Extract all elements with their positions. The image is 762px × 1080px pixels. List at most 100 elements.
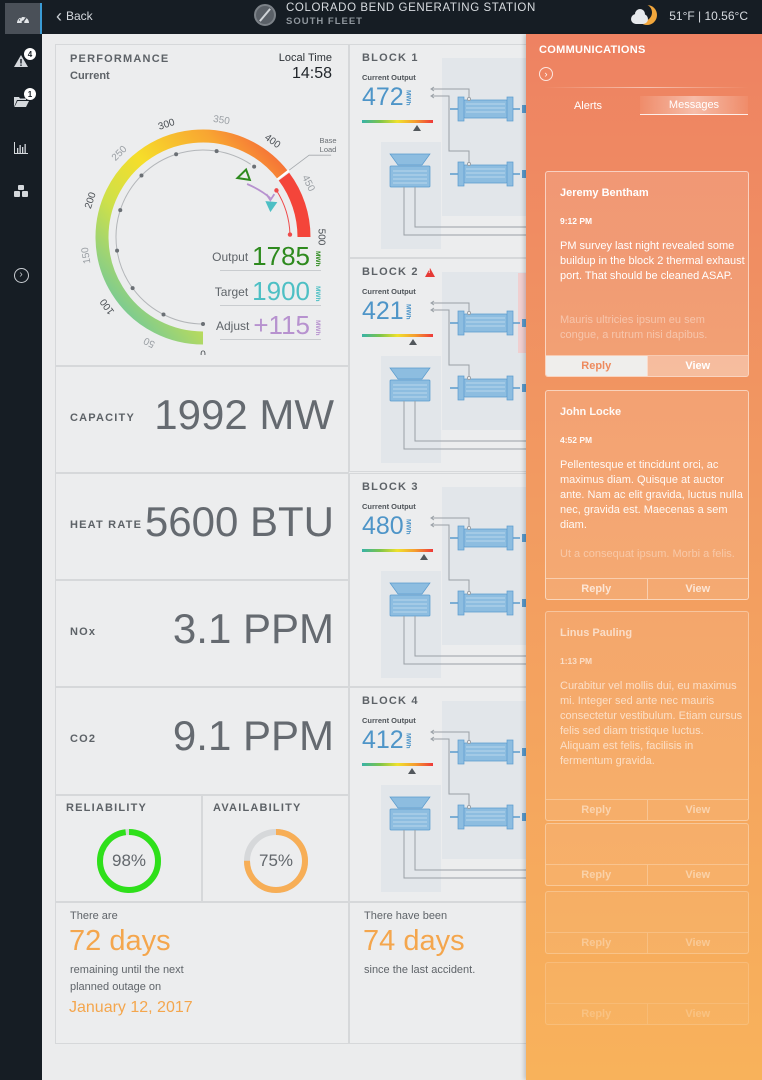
dashboard-button[interactable]: [5, 3, 42, 34]
sidebar-item-analytics[interactable]: [0, 133, 42, 163]
message-body: PM survey last night revealed some build…: [560, 240, 745, 282]
message-card[interactable]: Reply View: [545, 891, 749, 954]
target-unit: MWh: [314, 286, 321, 302]
back-button[interactable]: ‹ Back: [56, 7, 93, 25]
block-title: BLOCK 1: [362, 52, 419, 64]
spectrum-marker: [413, 125, 422, 131]
gauge-tick-label: 400: [262, 132, 282, 151]
gauge-dot: [214, 149, 219, 154]
message-time: 4:52 PM: [560, 435, 593, 445]
gauge-tick-label: 50: [142, 334, 157, 349]
nox-card: NOx 3.1 PPM: [55, 580, 349, 687]
temperature: 51°F | 10.56°C: [669, 9, 748, 23]
block-output-unit: MWh: [404, 732, 412, 749]
message-body-overflow: Ut a consequat ipsum. Morbi a felis.: [560, 548, 735, 560]
gauge-arc-overload: [278, 172, 311, 238]
view-button[interactable]: View: [646, 800, 749, 820]
gauge-dot: [201, 322, 205, 326]
tab-alerts[interactable]: Alerts: [534, 96, 642, 115]
block-output: 412 MWh: [362, 726, 412, 755]
target-marker: [265, 201, 278, 213]
view-button[interactable]: View: [646, 579, 749, 599]
target-row: Target 1900 MWh: [215, 278, 321, 306]
sidebar-item-assets[interactable]: [0, 176, 42, 206]
communications-title: COMMUNICATIONS: [539, 44, 646, 56]
reply-button[interactable]: Reply: [546, 1004, 647, 1024]
message-card[interactable]: Linus Pauling 1:13 PM Curabitur vel moll…: [545, 611, 749, 821]
output-unit: MWh: [314, 251, 321, 267]
divider: [544, 87, 749, 88]
gauge-tick-label: 150: [80, 246, 94, 265]
message-actions: Reply View: [546, 799, 748, 820]
block-output: 421 MWh: [362, 297, 412, 326]
availability-card: AVAILABILITY 75%: [202, 795, 349, 902]
view-button[interactable]: View: [646, 1004, 749, 1024]
block-card[interactable]: BLOCK 1 Current Output 472 MWh: [349, 44, 539, 258]
sidebar-item-folder[interactable]: 1: [0, 86, 42, 116]
adjust-label: Adjust: [216, 319, 250, 333]
target-label: Target: [214, 285, 249, 299]
output-row: Output 1785 MWh: [212, 243, 321, 271]
gauge-tick-label: 300: [157, 117, 177, 133]
block-card[interactable]: BLOCK 3 Current Output 480 MWh: [349, 473, 539, 687]
reply-button[interactable]: Reply: [546, 579, 647, 599]
reply-button[interactable]: Reply: [546, 356, 647, 376]
gauge-tick-label: 350: [212, 114, 231, 128]
capacity-card: CAPACITY 1992 MW: [55, 366, 349, 473]
message-sender: Linus Pauling: [560, 627, 633, 639]
reliability-card: RELIABILITY 98%: [55, 795, 202, 902]
message-card[interactable]: Jeremy Bentham 9:12 PM PM survey last ni…: [545, 171, 749, 377]
reliability-value: 98%: [111, 851, 147, 870]
availability-donut: 75%: [241, 826, 311, 896]
block-card[interactable]: BLOCK 2 Current Output 421 MWh: [349, 258, 539, 472]
base-load-label: Load: [320, 145, 337, 154]
block-output-unit: MWh: [404, 303, 412, 320]
tab-messages[interactable]: Messages: [640, 96, 748, 115]
message-actions: Reply View: [546, 932, 748, 953]
spectrum-marker: [420, 554, 429, 560]
gauge-red-dot: [274, 188, 279, 193]
message-time: 1:13 PM: [560, 656, 593, 666]
availability-label: AVAILABILITY: [213, 802, 302, 814]
reply-button[interactable]: Reply: [546, 865, 647, 885]
message-actions: Reply View: [546, 1003, 748, 1024]
block-card[interactable]: BLOCK 4 Current Output 412 MWh: [349, 687, 539, 902]
reply-button[interactable]: Reply: [546, 800, 647, 820]
gauge-tick-label: 100: [98, 296, 117, 316]
view-button[interactable]: View: [646, 356, 748, 376]
message-body: Pellentesque et tincidunt orci, ac maxim…: [560, 459, 743, 531]
co2-card: CO2 9.1 PPM: [55, 687, 349, 795]
warning-icon: [424, 267, 435, 277]
partly-cloudy-night-icon: [631, 4, 658, 27]
message-card[interactable]: Reply View: [545, 962, 749, 1025]
gauge-dot: [115, 248, 120, 253]
reliability-label: RELIABILITY: [66, 802, 148, 814]
heat-rate-card: HEAT RATE 5600 BTU: [55, 473, 349, 580]
output-label: Output: [212, 250, 249, 264]
message-card[interactable]: John Locke 4:52 PM Pellentesque et tinci…: [545, 390, 749, 600]
output-spectrum-bar: [362, 120, 433, 123]
sidebar-item-alerts[interactable]: 4: [0, 46, 42, 76]
message-card[interactable]: Reply View: [545, 823, 749, 886]
block-title-text: BLOCK 4: [362, 695, 419, 707]
folder-badge: 1: [24, 88, 36, 100]
output-spectrum-bar: [362, 763, 433, 766]
current-output-label: Current Output: [362, 716, 416, 725]
station-name: COLORADO BEND GENERATING STATION: [286, 2, 536, 14]
block-output-value: 480: [362, 512, 404, 540]
reliability-donut: 98%: [94, 826, 164, 896]
block-title: BLOCK 3: [362, 481, 419, 493]
station-header: COLORADO BEND GENERATING STATION SOUTH F…: [254, 2, 536, 27]
view-button[interactable]: View: [646, 865, 749, 885]
sidebar-expand-button[interactable]: ›: [0, 260, 42, 290]
gauge-target-track: [276, 190, 291, 235]
collapse-panel-button[interactable]: ›: [539, 67, 553, 81]
reply-button[interactable]: Reply: [546, 933, 647, 953]
view-button[interactable]: View: [646, 933, 749, 953]
outage-post-line2: planned outage on: [70, 981, 162, 993]
nox-label: NOx: [70, 626, 97, 638]
message-body-overflow: Mauris ultricies ipsum eu sem congue, a …: [560, 314, 708, 341]
chevron-left-icon: ‹: [56, 6, 62, 26]
block-output-value: 412: [362, 726, 404, 754]
performance-card: PERFORMANCE Current Local Time 14:58 0 50…: [55, 44, 349, 366]
